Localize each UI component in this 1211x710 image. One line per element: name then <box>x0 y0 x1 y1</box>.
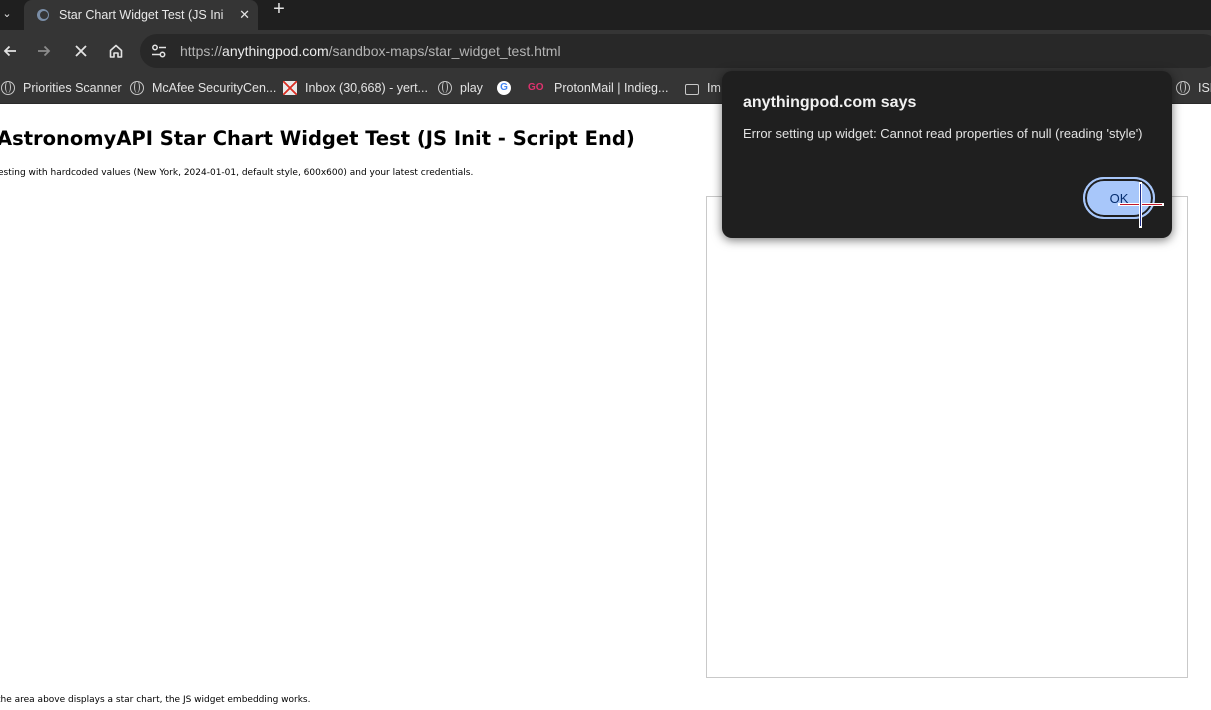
tab-strip: ⌄ Star Chart Widget Test (JS Init - ✕ + <box>0 0 1211 30</box>
bookmark-priorities-scanner[interactable]: Priorities Scanner <box>1 72 122 104</box>
bookmark-protonmail[interactable]: GO ProtonMail | Indieg... <box>528 72 668 104</box>
bookmark-label: ProtonMail | Indieg... <box>554 81 669 95</box>
tab-title: Star Chart Widget Test (JS Init - <box>59 8 223 22</box>
page-title: AstronomyAPI Star Chart Widget Test (JS … <box>0 127 635 150</box>
bookmark-folder-im[interactable]: Im <box>685 72 721 104</box>
google-icon: G <box>497 81 511 95</box>
globe-icon <box>1176 81 1190 95</box>
new-tab-button[interactable]: + <box>270 0 288 19</box>
active-tab[interactable]: Star Chart Widget Test (JS Init - ✕ <box>24 0 258 30</box>
bookmark-label: Inbox (30,668) - yert... <box>305 81 428 95</box>
bookmark-label: play <box>460 81 483 95</box>
home-icon[interactable] <box>104 39 128 63</box>
site-settings-icon[interactable] <box>150 42 168 60</box>
bookmark-isn[interactable]: ISN <box>1176 72 1211 104</box>
globe-icon <box>130 81 144 95</box>
bookmark-google[interactable]: G <box>497 72 519 104</box>
url-prefix: https:// <box>180 43 223 59</box>
forward-arrow-icon[interactable] <box>32 39 56 63</box>
url-text[interactable]: https://anythingpod.com/sandbox-maps/sta… <box>180 43 561 59</box>
globe-icon <box>1 81 15 95</box>
tab-search-chevron-icon[interactable]: ⌄ <box>0 0 14 26</box>
bookmark-label: Im <box>707 81 721 95</box>
bookmark-label: ISN <box>1198 81 1211 95</box>
url-host: anythingpod.com <box>222 43 329 59</box>
star-chart-widget-container <box>706 196 1188 678</box>
page-description: esting with hardcoded values (New York, … <box>0 168 474 178</box>
bookmark-mcafee[interactable]: McAfee SecurityCen... <box>130 72 276 104</box>
url-path: /sandbox-maps/star_widget_test.html <box>328 43 561 59</box>
browser-toolbar: https://anythingpod.com/sandbox-maps/sta… <box>0 30 1211 72</box>
bookmark-label: McAfee SecurityCen... <box>152 81 277 95</box>
address-bar[interactable]: https://anythingpod.com/sandbox-maps/sta… <box>140 34 1211 68</box>
page-footer-note: the area above displays a star chart, th… <box>0 695 311 705</box>
bookmark-label: Priorities Scanner <box>23 81 122 95</box>
bookmark-inbox[interactable]: Inbox (30,668) - yert... <box>283 72 428 104</box>
tab-favicon-icon <box>36 8 50 22</box>
bookmark-play[interactable]: play <box>438 72 483 104</box>
globe-icon <box>438 81 452 95</box>
folder-icon <box>685 83 699 95</box>
ok-button[interactable]: OK <box>1083 177 1155 219</box>
tab-close-icon[interactable]: ✕ <box>239 0 250 30</box>
dialog-title: anythingpod.com says <box>743 94 917 111</box>
back-arrow-icon[interactable] <box>0 39 22 63</box>
dialog-message: Error setting up widget: Cannot read pro… <box>743 126 1143 141</box>
stop-loading-icon[interactable] <box>69 39 93 63</box>
gmail-icon <box>283 81 297 95</box>
proton-icon: GO <box>528 82 544 93</box>
alert-dialog: anythingpod.com says Error setting up wi… <box>722 71 1172 238</box>
